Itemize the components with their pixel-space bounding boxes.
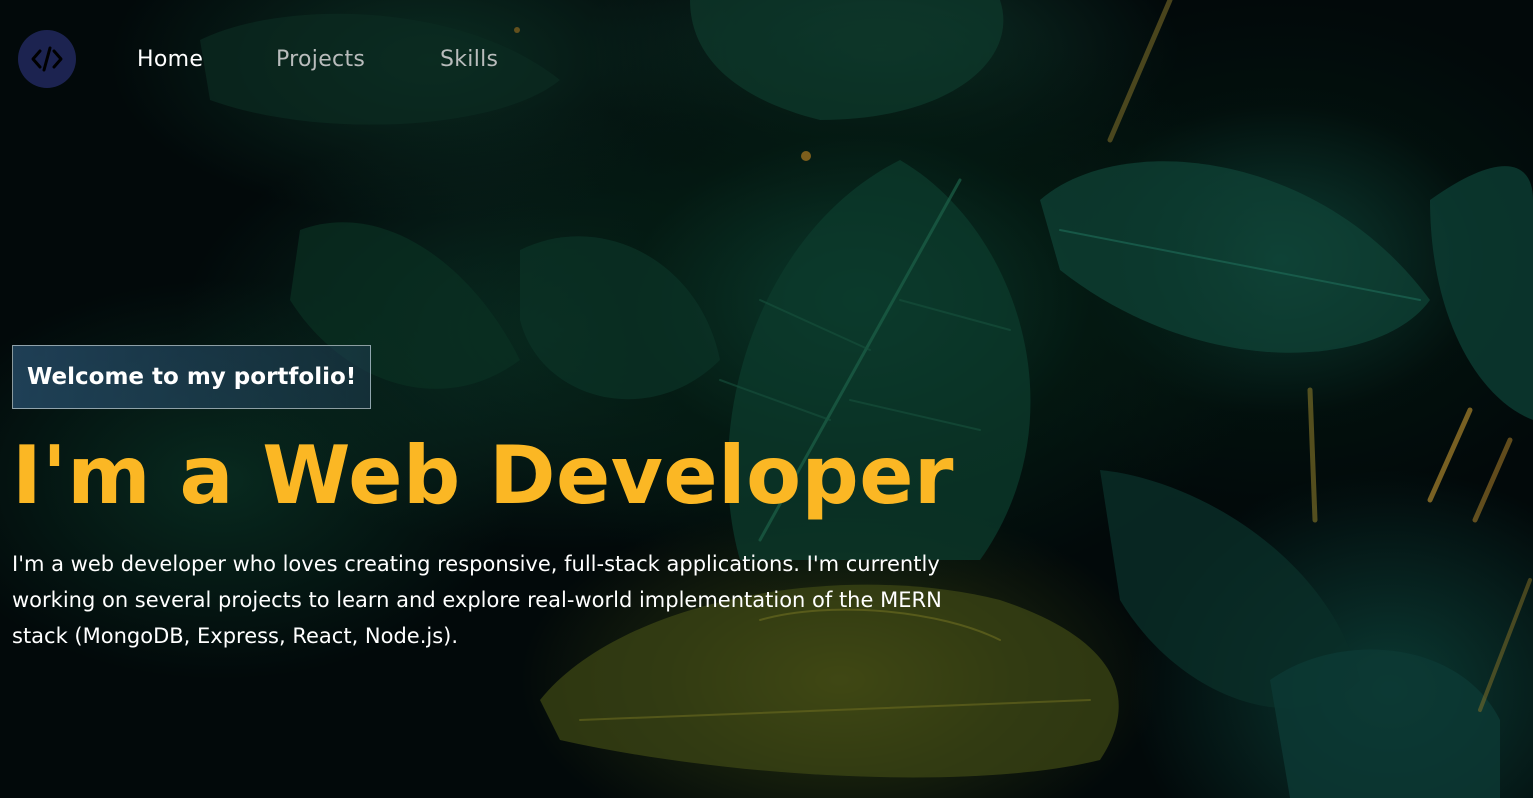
top-navigation: Home Projects Skills [0,0,1533,120]
hero-bio: I'm a web developer who loves creating r… [12,552,942,648]
code-brackets-icon [31,46,63,72]
welcome-tagline: Welcome to my portfolio! [12,345,372,409]
nav-link-home[interactable]: Home [137,46,203,74]
logo-button[interactable] [18,30,76,88]
hero-headline: I'm a Web Developer [12,429,954,522]
nav-link-projects[interactable]: Projects [276,46,365,74]
nav-link-skills[interactable]: Skills [440,46,498,74]
hero-section: Home Projects Skills Welcome to my portf… [0,0,1533,798]
